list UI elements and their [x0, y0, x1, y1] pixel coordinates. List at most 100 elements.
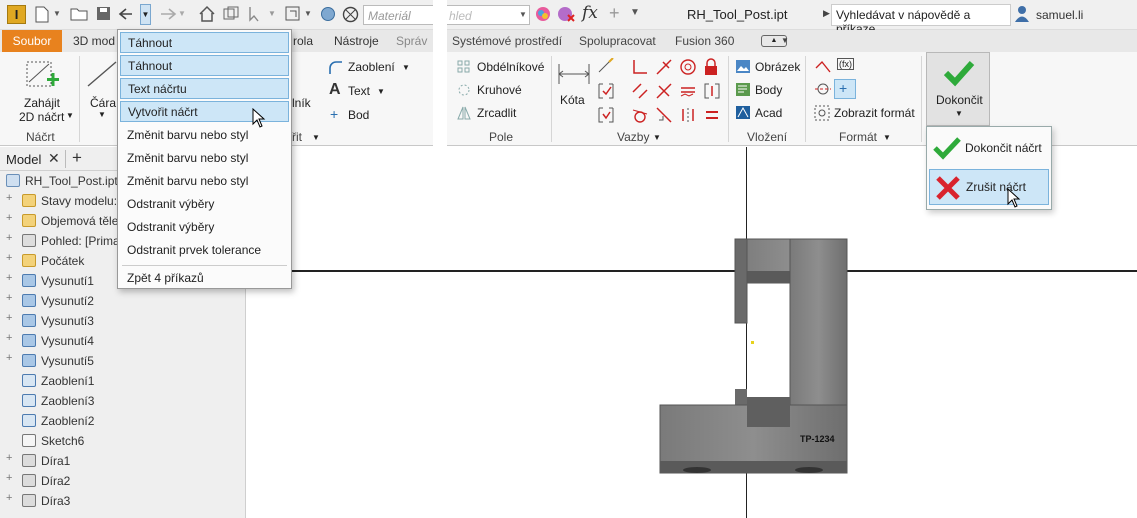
new-file-icon[interactable]	[34, 6, 50, 23]
tree-item[interactable]: Zaoblení3	[0, 391, 246, 411]
chevron-down-icon[interactable]: ▼	[98, 110, 106, 119]
tab-manage[interactable]: Správ	[396, 34, 427, 48]
tab-environment[interactable]: Systémové prostředí	[452, 34, 562, 48]
tree-item[interactable]: + Vysunutí4	[0, 331, 246, 351]
tangent-icon[interactable]	[631, 106, 649, 124]
undo-dropdown-button[interactable]: ▼	[140, 4, 151, 25]
fx-param-icon[interactable]: (fx)	[837, 58, 854, 70]
expand-icon[interactable]: +	[6, 293, 15, 304]
symmetric-icon[interactable]	[679, 106, 697, 124]
undo-menu-item[interactable]: Táhnout	[120, 55, 289, 76]
image-label[interactable]: Obrázek	[755, 60, 800, 74]
tab-tools[interactable]: Nástroje	[334, 34, 379, 48]
tree-item[interactable]: Zaoblení2	[0, 411, 246, 431]
line-tool-label[interactable]: Čára	[90, 96, 116, 110]
undo-menu-item[interactable]: Odstranit prvek tolerance	[120, 240, 289, 261]
parameters-icon[interactable]: fx	[582, 3, 598, 23]
model-tab-label[interactable]: Model	[6, 152, 41, 167]
tree-item[interactable]: Sketch6	[0, 431, 246, 451]
collinear-icon[interactable]	[655, 58, 673, 76]
undo-menu-item[interactable]: Text náčrtu	[120, 78, 289, 99]
material-dropdown[interactable]: Materiál	[363, 5, 433, 25]
acad-label[interactable]: Acad	[755, 106, 782, 120]
tab-fusion[interactable]: Fusion 360	[675, 34, 734, 48]
start-sketch-icon[interactable]	[23, 56, 59, 92]
points-icon[interactable]	[735, 82, 751, 97]
undo-menu-item[interactable]: Změnit barvu nebo styl	[120, 148, 289, 169]
circ-pattern-label[interactable]: Kruhové	[477, 83, 522, 97]
undo-menu-item[interactable]: Změnit barvu nebo styl	[120, 171, 289, 192]
parallel-icon[interactable]	[631, 82, 649, 100]
rect-pattern-label[interactable]: Obdélníkové	[477, 60, 544, 74]
customize-dropdown-icon[interactable]: ▼	[630, 7, 640, 18]
sphere-icon[interactable]	[320, 6, 336, 22]
home-icon[interactable]	[198, 5, 216, 23]
tree-item[interactable]: + Díra2	[0, 471, 246, 491]
tab-3d-model[interactable]: 3D mod	[73, 34, 115, 48]
chevron-down-icon[interactable]: ▼	[781, 36, 789, 45]
expand-icon[interactable]: +	[6, 213, 15, 224]
fillet-icon[interactable]	[328, 60, 344, 76]
add-tab-icon[interactable]: +	[72, 148, 82, 168]
redo-dropdown-icon[interactable]: ▼	[178, 9, 186, 18]
equal-icon[interactable]	[703, 106, 721, 124]
expand-icon[interactable]: +	[6, 233, 15, 244]
show-format-label[interactable]: Zobrazit formát	[834, 106, 915, 120]
measure-dropdown-icon[interactable]: ▼	[304, 9, 312, 18]
chevron-down-icon[interactable]: ▼	[312, 133, 320, 142]
text-tool-icon[interactable]: A	[329, 81, 341, 99]
undo-icon[interactable]	[118, 6, 140, 22]
chevron-down-icon[interactable]: ▼	[66, 111, 74, 120]
measure-icon[interactable]	[284, 5, 302, 23]
new-dropdown-icon[interactable]: ▼	[53, 9, 61, 18]
show-constraints-icon[interactable]	[597, 82, 615, 100]
select-icon[interactable]	[246, 5, 266, 23]
start-sketch-line1[interactable]: Zahájit	[24, 96, 60, 110]
undo-menu-item[interactable]: Odstranit výběry	[120, 194, 289, 215]
cancel-sketch-item[interactable]: Zrušit náčrt	[929, 169, 1049, 205]
tree-item[interactable]: + Díra1	[0, 451, 246, 471]
circular-pattern-icon[interactable]	[457, 83, 471, 97]
image-icon[interactable]	[735, 59, 751, 74]
expand-icon[interactable]: +	[6, 313, 15, 324]
expand-icon[interactable]: +	[6, 453, 15, 464]
finish-sketch-button[interactable]: Dokončit ▼	[926, 52, 990, 126]
dimension-icon[interactable]	[557, 60, 591, 88]
appearance-dropdown[interactable]: hled ▼	[447, 5, 530, 25]
tree-item[interactable]: + Vysunutí2	[0, 291, 246, 311]
point-tool-label[interactable]: Bod	[348, 108, 369, 122]
tab-file[interactable]: Soubor	[2, 30, 62, 52]
partial-tool-label[interactable]: lník	[292, 96, 311, 110]
point-tool-icon[interactable]: +	[330, 106, 338, 122]
text-tool-label[interactable]: Text	[348, 84, 370, 98]
smooth-icon[interactable]	[679, 82, 697, 100]
auto-dimension-icon[interactable]	[597, 58, 615, 76]
construction-icon[interactable]	[814, 58, 832, 76]
constraint-settings-icon[interactable]	[597, 106, 615, 124]
undo-menu-item[interactable]: Změnit barvu nebo styl	[120, 125, 289, 146]
user-name[interactable]: samuel.li	[1036, 8, 1083, 22]
concentric-icon[interactable]	[679, 58, 697, 76]
select-dropdown-icon[interactable]: ▼	[268, 9, 276, 18]
user-icon[interactable]	[1014, 5, 1030, 23]
finish-sketch-item[interactable]: Dokončit náčrt	[929, 131, 1049, 165]
open-folder-icon[interactable]	[70, 7, 88, 21]
close-icon[interactable]: ✕	[48, 150, 60, 167]
plus-icon[interactable]: +	[609, 3, 620, 24]
relax-icon[interactable]	[703, 82, 721, 100]
appearance-icon[interactable]	[535, 6, 551, 22]
undo-menu-item[interactable]: Táhnout	[120, 32, 289, 53]
line-tool-icon[interactable]	[84, 58, 120, 90]
expand-icon[interactable]: +	[6, 333, 15, 344]
chevron-down-icon[interactable]: ▼	[653, 133, 661, 142]
expand-icon[interactable]: +	[6, 493, 15, 504]
show-format-icon[interactable]	[814, 105, 830, 121]
expand-icon[interactable]: +	[6, 193, 15, 204]
mirror-icon[interactable]	[457, 106, 471, 120]
mirror-label[interactable]: Zrcadlit	[477, 106, 516, 120]
expand-icon[interactable]: +	[6, 253, 15, 264]
update-icon[interactable]	[222, 5, 240, 23]
fillet-tool-label[interactable]: Zaoblení	[348, 60, 395, 74]
inventor-logo[interactable]: I	[7, 5, 26, 24]
start-sketch-line2[interactable]: 2D náčrt	[19, 110, 64, 124]
